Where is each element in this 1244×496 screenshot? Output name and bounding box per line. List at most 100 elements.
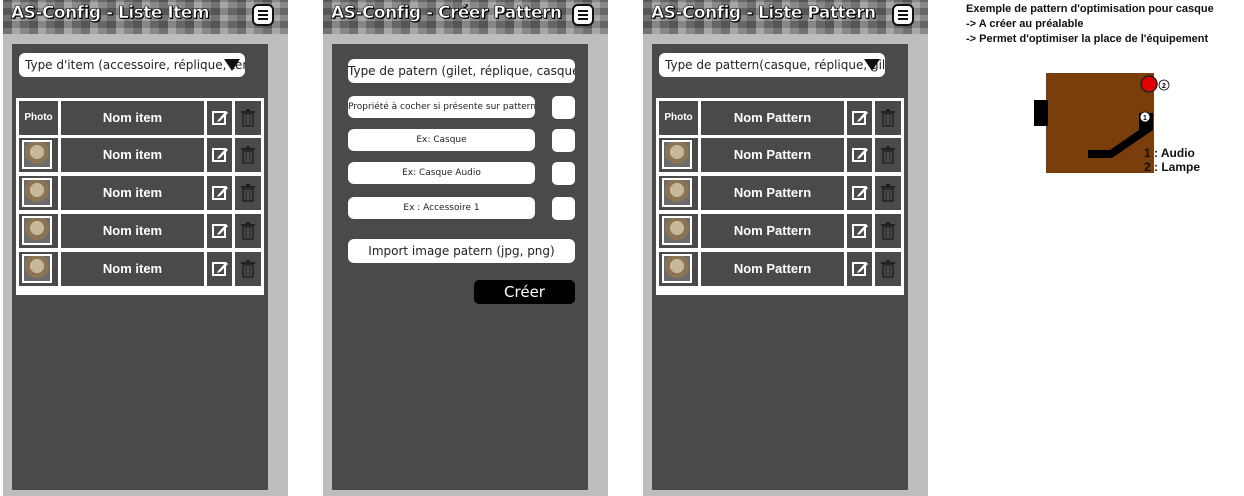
title-bar: AS-Config - Créer Pattern xyxy=(323,0,608,34)
edit-button[interactable] xyxy=(207,138,232,172)
lamp-marker xyxy=(1140,75,1158,93)
name-header: Nom Pattern xyxy=(701,101,844,135)
row-photo xyxy=(19,214,58,248)
name-header: Nom item xyxy=(61,101,204,135)
screen-title: AS-Config - Créer Pattern xyxy=(331,3,563,24)
edit-icon xyxy=(852,111,868,125)
delete-button[interactable] xyxy=(235,252,261,286)
pattern-thumbnail xyxy=(662,216,692,245)
trash-icon xyxy=(241,184,255,202)
pattern-thumbnail xyxy=(662,254,692,283)
property-checkbox[interactable] xyxy=(552,197,575,220)
property-checkbox[interactable] xyxy=(552,96,575,119)
row-photo xyxy=(19,138,58,172)
edit-button[interactable] xyxy=(207,176,232,210)
select-value: Type de pattern(casque, réplique, gilet) xyxy=(665,58,885,72)
trash-icon xyxy=(881,260,895,278)
delete-button[interactable] xyxy=(875,138,901,172)
delete-button[interactable] xyxy=(235,138,261,172)
title-bar: AS-Config - Liste Pattern xyxy=(643,0,928,34)
delete-button[interactable] xyxy=(235,176,261,210)
note-title: Exemple de pattern d'optimisation pour c… xyxy=(966,3,1214,15)
row-name[interactable]: Nom Pattern xyxy=(701,252,844,286)
edit-icon xyxy=(852,148,868,162)
screen-title: AS-Config - Liste Item xyxy=(11,3,210,24)
property-hint: Propriété à cocher si présente sur patte… xyxy=(348,96,535,118)
delete-button[interactable] xyxy=(875,101,901,135)
row-name[interactable]: Nom item xyxy=(61,252,204,286)
menu-icon[interactable] xyxy=(572,4,594,26)
delete-button[interactable] xyxy=(875,252,901,286)
edit-icon xyxy=(852,262,868,276)
select-value: Type d'item (accessoire, réplique, tenue… xyxy=(25,58,245,72)
edit-icon xyxy=(212,148,228,162)
dropdown-arrow-icon xyxy=(224,59,240,71)
row-name[interactable]: Nom Pattern xyxy=(701,214,844,248)
trash-icon xyxy=(241,260,255,278)
trash-icon xyxy=(881,184,895,202)
marker-1-label: 1 xyxy=(1143,115,1147,122)
item-type-select[interactable]: Type d'item (accessoire, réplique, tenue… xyxy=(19,53,245,77)
screen-title: AS-Config - Liste Pattern xyxy=(651,3,877,24)
delete-button[interactable] xyxy=(875,176,901,210)
edit-icon xyxy=(212,111,228,125)
property-checkbox[interactable] xyxy=(552,162,575,185)
edit-icon xyxy=(852,224,868,238)
edit-icon xyxy=(212,224,228,238)
row-photo xyxy=(659,176,698,210)
trash-icon xyxy=(881,146,895,164)
delete-button[interactable] xyxy=(235,214,261,248)
edit-button[interactable] xyxy=(847,138,872,172)
property-field[interactable]: Ex: Casque Audio xyxy=(348,162,535,184)
edit-button[interactable] xyxy=(207,214,232,248)
item-thumbnail xyxy=(22,254,52,283)
delete-button[interactable] xyxy=(235,101,261,135)
content-panel: Type d'item (accessoire, réplique, tenue… xyxy=(12,44,268,490)
edit-icon xyxy=(212,186,228,200)
edit-button[interactable] xyxy=(847,176,872,210)
property-checkbox[interactable] xyxy=(552,129,575,152)
screen-liste-pattern: AS-Config - Liste Pattern Type de patter… xyxy=(643,0,928,496)
trash-icon xyxy=(881,109,895,127)
delete-button[interactable] xyxy=(875,214,901,248)
trash-icon xyxy=(241,222,255,240)
property-field[interactable]: Ex: Casque xyxy=(348,129,535,151)
menu-icon[interactable] xyxy=(892,4,914,26)
content-panel: Type de patern (gilet, réplique, casque)… xyxy=(332,44,588,490)
trash-icon xyxy=(881,222,895,240)
row-photo xyxy=(659,252,698,286)
edit-button[interactable] xyxy=(207,252,232,286)
edit-button[interactable] xyxy=(847,214,872,248)
pattern-type-field[interactable]: Type de patern (gilet, réplique, casque) xyxy=(348,59,575,83)
dropdown-arrow-icon xyxy=(864,59,880,71)
pattern-table: Photo Nom Pattern Nom Pattern Nom Patter… xyxy=(656,98,904,295)
row-name[interactable]: Nom item xyxy=(61,138,204,172)
row-name[interactable]: Nom Pattern xyxy=(701,176,844,210)
edit-button[interactable] xyxy=(847,101,872,135)
edit-button[interactable] xyxy=(847,252,872,286)
edit-icon xyxy=(852,186,868,200)
pattern-thumbnail xyxy=(662,178,692,207)
note-line: -> A créer au préalable xyxy=(966,18,1084,30)
marker-2-label: 2 xyxy=(1162,83,1166,90)
content-panel: Type de pattern(casque, réplique, gilet)… xyxy=(652,44,908,490)
row-photo xyxy=(19,176,58,210)
property-field[interactable]: Ex : Accessoire 1 xyxy=(348,197,535,219)
side-block xyxy=(1034,100,1048,126)
menu-icon[interactable] xyxy=(252,4,274,26)
note-line: -> Permet d'optimiser la place de l'équi… xyxy=(966,33,1209,45)
import-image-button[interactable]: Import image patern (jpg, png) xyxy=(348,239,575,263)
pattern-type-select[interactable]: Type de pattern(casque, réplique, gilet) xyxy=(659,53,885,77)
row-name[interactable]: Nom item xyxy=(61,214,204,248)
row-photo xyxy=(659,214,698,248)
row-name[interactable]: Nom item xyxy=(61,176,204,210)
title-bar: AS-Config - Liste Item xyxy=(3,0,288,34)
photo-header: Photo xyxy=(19,101,58,135)
row-photo xyxy=(19,252,58,286)
create-button[interactable]: Créer xyxy=(474,280,575,304)
legend-audio: 1 : Audio xyxy=(1144,146,1195,160)
item-thumbnail xyxy=(22,216,52,245)
edit-button[interactable] xyxy=(207,101,232,135)
edit-icon xyxy=(212,262,228,276)
row-name[interactable]: Nom Pattern xyxy=(701,138,844,172)
